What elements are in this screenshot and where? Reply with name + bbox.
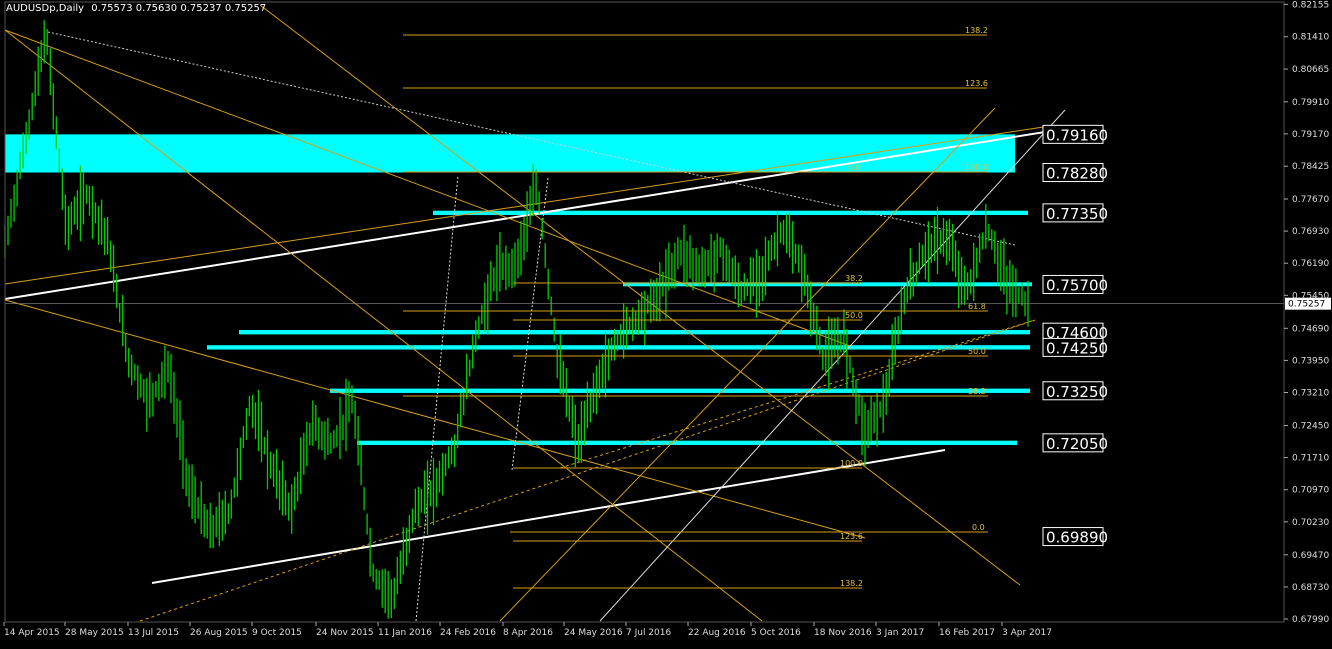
y-tick-label: 0.80665 (1292, 65, 1329, 75)
zone-7425 (207, 345, 1030, 350)
x-tick-label: 24 Feb 2016 (440, 628, 496, 638)
chart-root[interactable]: 138.2 123.6 100.0 0.0 38.2 61.8 50.0 50.0 38.2 10… (0, 0, 1332, 645)
zone-7735 (433, 210, 1028, 216)
x-tick-label: 3 Jan 2017 (876, 628, 924, 638)
level-label: 0.69890 (1046, 529, 1108, 547)
y-tick-label: 0.82155 (1292, 0, 1329, 10)
fib-138-2-label: 138.2 (965, 26, 988, 35)
fib-123-6-label: 123.6 (965, 79, 988, 88)
level-label: 0.73250 (1046, 383, 1108, 401)
x-tick-label: 24 May 2016 (564, 628, 623, 638)
y-tick-label: 0.68730 (1292, 583, 1329, 593)
y-tick-label: 0.76930 (1292, 227, 1329, 237)
x-tick-label: 9 Oct 2015 (252, 628, 302, 638)
y-tick-label: 0.73950 (1292, 356, 1329, 366)
vertical-dashed-1 (415, 174, 459, 622)
x-tick-label: 28 May 2015 (65, 628, 124, 638)
diag-line-6 (599, 109, 1066, 622)
fib-0-0-left-label: 0.0 (848, 163, 861, 172)
level-label: 0.72050 (1046, 435, 1108, 453)
y-tick-label: 0.79910 (1292, 98, 1329, 108)
x-tick-label: 26 Aug 2015 (190, 628, 248, 638)
y-tick-label: 0.70230 (1292, 518, 1329, 528)
x-tick-label: 22 Aug 2016 (688, 628, 746, 638)
y-tick-label: 0.70970 (1292, 486, 1329, 496)
y-tick-label: 0.73210 (1292, 389, 1329, 399)
fib-38-2-label: 38.2 (845, 274, 863, 283)
y-tick-label: 0.78425 (1292, 162, 1329, 172)
level-label: 0.79160 (1046, 126, 1108, 144)
fib-38-2-b-label: 38.2 (968, 387, 986, 396)
y-tick-label: 0.76190 (1292, 259, 1329, 269)
level-label: 0.78280 (1046, 165, 1108, 183)
x-tick-label: 5 Oct 2016 (751, 628, 801, 638)
level-label: 0.74250 (1046, 339, 1108, 357)
y-tick-label: 0.67990 (1292, 615, 1329, 625)
y-tick-label: 0.72450 (1292, 421, 1329, 431)
x-tick-label: 13 Jul 2015 (128, 628, 179, 638)
diag-line-1 (4, 29, 851, 347)
ohlc-readout: 0.75573 0.75630 0.75237 0.75257 (91, 3, 267, 14)
fib-50-0-a-label: 50.0 (845, 311, 863, 320)
x-tick-label: 3 Apr 2017 (1002, 628, 1052, 638)
y-tick-label: 0.79170 (1292, 130, 1329, 140)
zone-7205 (357, 440, 1017, 446)
diag-line-2 (4, 299, 866, 539)
y-tick-label: 0.77670 (1292, 195, 1329, 205)
y-tick-label: 0.71710 (1292, 454, 1329, 464)
fib-123-6-b-label: 123.6 (840, 532, 863, 541)
fib-0-0-right-label: 0.0 (972, 523, 985, 532)
x-tick-label: 11 Jan 2016 (378, 628, 432, 638)
zone-7325 (330, 388, 1030, 393)
level-label: 0.77350 (1046, 205, 1108, 223)
fib-100-0-b-label: 100.0 (840, 459, 863, 468)
chart-header: AUDUSDp,Daily 0.75573 0.75630 0.75237 0.… (6, 3, 266, 14)
x-tick-label: 16 Feb 2017 (939, 628, 995, 638)
fib-138-2-b-label: 138.2 (840, 579, 863, 588)
y-tick-label: 0.69470 (1292, 551, 1329, 561)
y-tick-label: 0.81410 (1292, 33, 1329, 43)
price-chart[interactable]: 138.2123.6100.00.038.261.850.050.038.210… (0, 0, 1332, 645)
x-tick-label: 14 Apr 2015 (4, 628, 60, 638)
diag-line-4 (259, 4, 1021, 586)
x-tick-label: 24 Nov 2015 (316, 628, 374, 638)
x-tick-label: 18 Nov 2016 (814, 628, 872, 638)
diag-dashed (559, 319, 1036, 469)
fib-100-0-label: 100.0 (965, 163, 988, 172)
level-label: 0.75700 (1046, 276, 1108, 294)
y-tick-label: 0.74690 (1292, 324, 1329, 334)
zone-7460 (239, 330, 1030, 335)
y-tick-label: 0.75450 (1292, 291, 1329, 301)
diag-line-5 (499, 107, 996, 622)
x-tick-label: 8 Apr 2016 (503, 628, 553, 638)
resistance-zone-upper (5, 134, 1015, 173)
fib-50-0-b-label: 50.0 (968, 347, 986, 356)
x-tick-label: 7 Jul 2016 (626, 628, 671, 638)
symbol-label: AUDUSDp,Daily (6, 3, 85, 14)
